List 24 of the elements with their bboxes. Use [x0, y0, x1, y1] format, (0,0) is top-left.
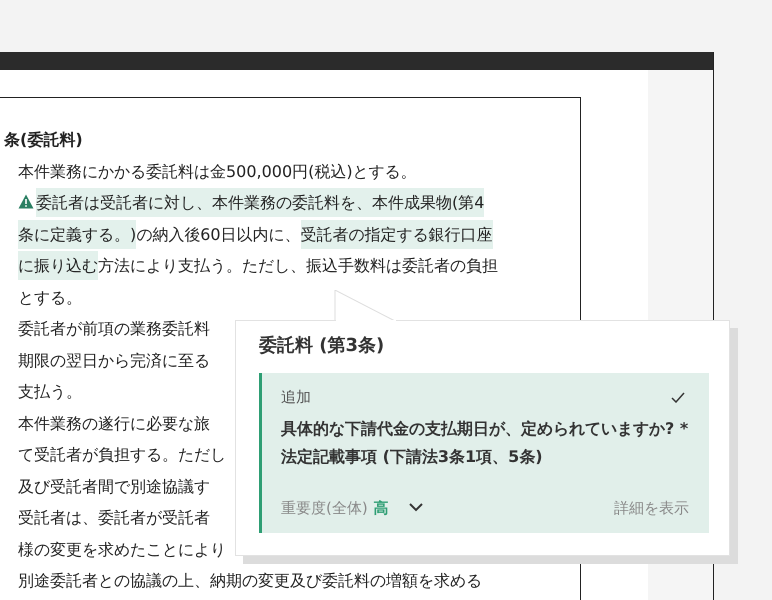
- importance-level: 高: [374, 498, 389, 518]
- document-line: 期限の翌日から完済に至る: [18, 350, 210, 372]
- document-line: 本件業務の遂行に必要な旅: [18, 412, 210, 434]
- document-line: て受託者が負担する。ただし: [18, 444, 226, 466]
- question-text: 具体的な下請代金の支払期日が、定められていますか? *法定記載事項 (下請法3条1項、5条): [281, 418, 689, 468]
- warning-icon: [18, 194, 34, 209]
- check-icon[interactable]: [671, 392, 685, 402]
- document-line: 別途委託者との協議の上、納期の変更及び委託料の増額を求める: [18, 570, 482, 592]
- document-line: 及び受託者間で別途協議す: [18, 476, 210, 498]
- document-line: に振り込む方法により支払う。ただし、振込手数料は委託者の負担: [18, 250, 498, 282]
- chevron-down-icon[interactable]: [408, 503, 423, 512]
- card-label: 追加: [281, 387, 311, 408]
- document-line: 委託者が前項の業務委託料: [18, 318, 210, 340]
- document-line: 委託者は受託者に対し、本件業務の委託料を、本件成果物(第4: [18, 187, 484, 218]
- document-line: 受託者は、委託者が受託者: [18, 507, 210, 529]
- details-link[interactable]: 詳細を表示: [614, 496, 689, 519]
- article-heading: 条(委託料): [3, 129, 83, 151]
- popup-title: 委託料 (第3条): [259, 334, 384, 358]
- document-line: とする。: [18, 286, 82, 308]
- document-line: 本件業務にかかる委託料は金500,000円(税込)とする。: [18, 160, 417, 182]
- document-line: 支払う。: [18, 381, 82, 403]
- document-line: 様の変更を求めたことにより: [18, 538, 226, 560]
- document-line: 条に定義する。)の納入後60日以内に、受託者の指定する銀行口座: [18, 218, 493, 250]
- importance-label: 重要度(全体): [281, 498, 368, 518]
